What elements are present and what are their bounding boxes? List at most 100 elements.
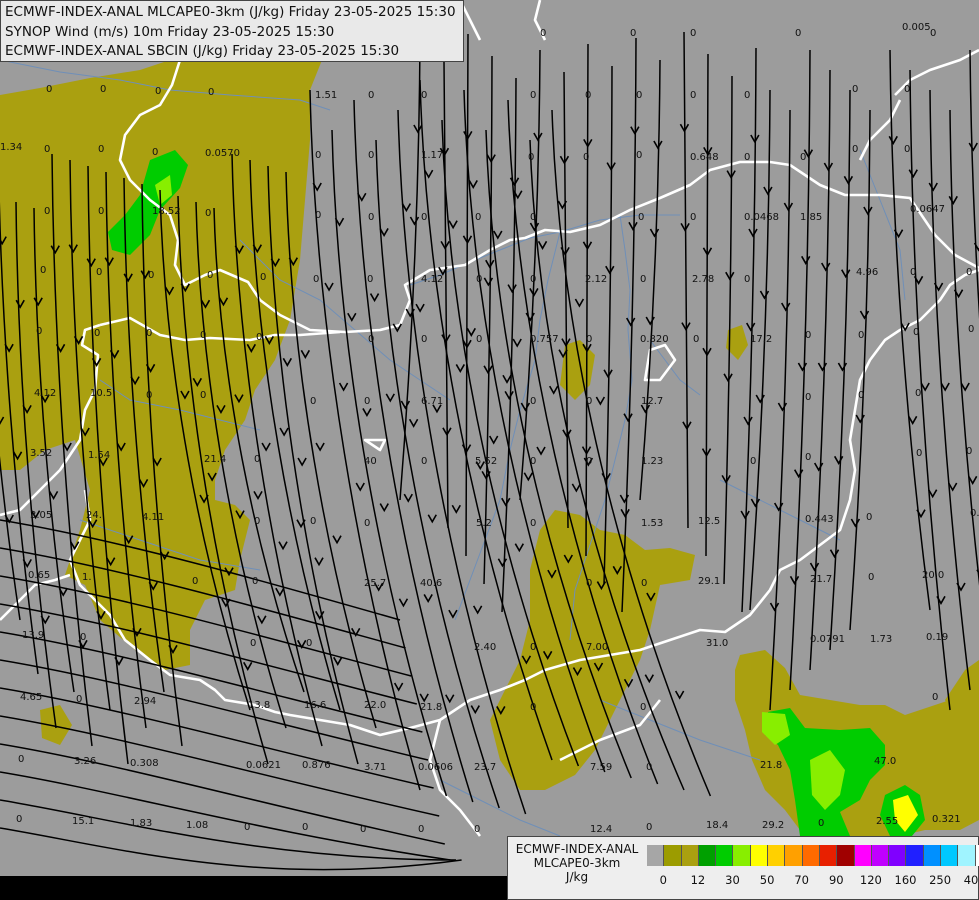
value-label: 0 — [18, 754, 24, 765]
value-label: 0 — [421, 90, 427, 101]
value-label: 4.12 — [34, 388, 56, 399]
value-label: 0 — [968, 324, 974, 335]
value-label: 0.19 — [926, 632, 948, 643]
value-label: 0.876 — [302, 760, 331, 771]
value-label: 0 — [583, 152, 589, 163]
value-label: 0 — [148, 270, 154, 281]
value-label: 23.7 — [474, 762, 496, 773]
value-label: 0 — [152, 147, 158, 158]
value-label: 0.0791 — [810, 634, 845, 645]
value-label: 40.6 — [420, 578, 442, 589]
value-label: 0 — [636, 150, 642, 161]
value-label: 0 — [586, 578, 592, 589]
value-label: 0 — [315, 210, 321, 221]
value-label: 29.2 — [762, 820, 784, 831]
value-label: 0 — [930, 28, 936, 39]
value-label: 17.2 — [750, 334, 772, 345]
bottom-strip — [0, 876, 507, 900]
value-label: 18.52 — [152, 206, 181, 217]
value-label: 0.0606 — [418, 762, 453, 773]
value-label: 0 — [155, 86, 161, 97]
value-label: 0 — [630, 28, 636, 39]
value-label: 0 — [750, 456, 756, 467]
value-label: 0.0112 — [970, 508, 979, 519]
value-label: 0 — [476, 334, 482, 345]
value-label: 0 — [800, 152, 806, 163]
legend-swatch-3 — [698, 845, 717, 866]
value-label: 0 — [530, 212, 536, 223]
value-label: 7.00 — [586, 642, 608, 653]
value-label: 1.53 — [641, 518, 663, 529]
value-label: 1.85 — [800, 212, 822, 223]
value-label: 0.65 — [28, 570, 50, 581]
value-label: 4.12 — [421, 274, 443, 285]
value-label: 0.820 — [640, 334, 669, 345]
value-label: 0.648 — [690, 152, 719, 163]
value-label: 0 — [530, 274, 536, 285]
value-label: 0 — [805, 392, 811, 403]
value-label: 0 — [904, 144, 910, 155]
value-label: 0 — [530, 396, 536, 407]
value-label: 12.4 — [590, 824, 612, 835]
value-label: 0 — [858, 390, 864, 401]
value-label: 0 — [192, 576, 198, 587]
value-label: 0 — [418, 824, 424, 835]
legend-swatch-1 — [664, 845, 682, 866]
legend-swatch-4 — [716, 845, 734, 866]
value-label: 0 — [744, 152, 750, 163]
legend-tick-label: 250 — [929, 873, 952, 887]
value-label: 0 — [866, 512, 872, 523]
value-label: 0 — [640, 702, 646, 713]
value-label: 0 — [44, 206, 50, 217]
legend-swatch-17 — [941, 845, 959, 866]
legend-ticks: 0 12 30 50 70 90 120 160 250 400 — [647, 873, 979, 889]
value-label: 6.71 — [421, 396, 443, 407]
value-label: 2.78 — [692, 274, 714, 285]
legend-title: ECMWF-INDEX-ANAL MLCAPE0-3km J/kg — [508, 842, 646, 884]
value-label: 0 — [646, 822, 652, 833]
legend-tick-label: 12 — [690, 873, 706, 887]
value-label: 4.65 — [20, 692, 42, 703]
value-label: 25.7 — [364, 578, 386, 589]
legend-swatch-0 — [647, 845, 665, 866]
legend-swatch-16 — [923, 845, 942, 866]
value-label: 0 — [44, 144, 50, 155]
value-label: 0 — [744, 90, 750, 101]
value-label: 0 — [146, 390, 152, 401]
value-label: 0 — [146, 328, 152, 339]
value-label: 0 — [646, 762, 652, 773]
value-label: 21.4 — [204, 454, 226, 465]
value-label: 10.5 — [90, 388, 112, 399]
value-label: 0 — [315, 150, 321, 161]
value-label: 0 — [16, 814, 22, 825]
value-label: 0 — [252, 576, 258, 587]
legend-tick-label: 50 — [759, 873, 775, 887]
value-label: 1.51 — [315, 90, 337, 101]
value-label: 0 — [421, 334, 427, 345]
value-label: 0 — [250, 638, 256, 649]
value-label: 0 — [868, 572, 874, 583]
legend-tick-label: 120 — [859, 873, 882, 887]
value-label: 0 — [586, 396, 592, 407]
value-label: 1. — [82, 572, 92, 583]
value-label: 0 — [690, 28, 696, 39]
legend-swatch-18 — [958, 845, 976, 866]
value-label: 0 — [540, 28, 546, 39]
value-label: 0 — [367, 274, 373, 285]
value-label: 0 — [254, 454, 260, 465]
value-label: 0 — [586, 456, 592, 467]
legend-swatch-12 — [854, 845, 872, 866]
value-label: 31.0 — [706, 638, 728, 649]
value-label: 0 — [364, 396, 370, 407]
value-label: 0 — [693, 334, 699, 345]
value-label: 4.11 — [142, 512, 164, 523]
header-line-wind: SYNOP Wind (m/s) 10m Friday 23-05-2025 1… — [5, 23, 335, 40]
value-label: 0 — [205, 208, 211, 219]
value-label: 0 — [475, 212, 481, 223]
value-label: 0 — [360, 824, 366, 835]
color-legend: ECMWF-INDEX-ANAL MLCAPE0-3km J/kg 0 12 30 5… — [507, 836, 979, 900]
legend-swatch-11 — [837, 845, 855, 866]
value-label: 0 — [80, 632, 86, 643]
value-label: 1.23 — [641, 456, 663, 467]
value-label: 0 — [528, 152, 534, 163]
